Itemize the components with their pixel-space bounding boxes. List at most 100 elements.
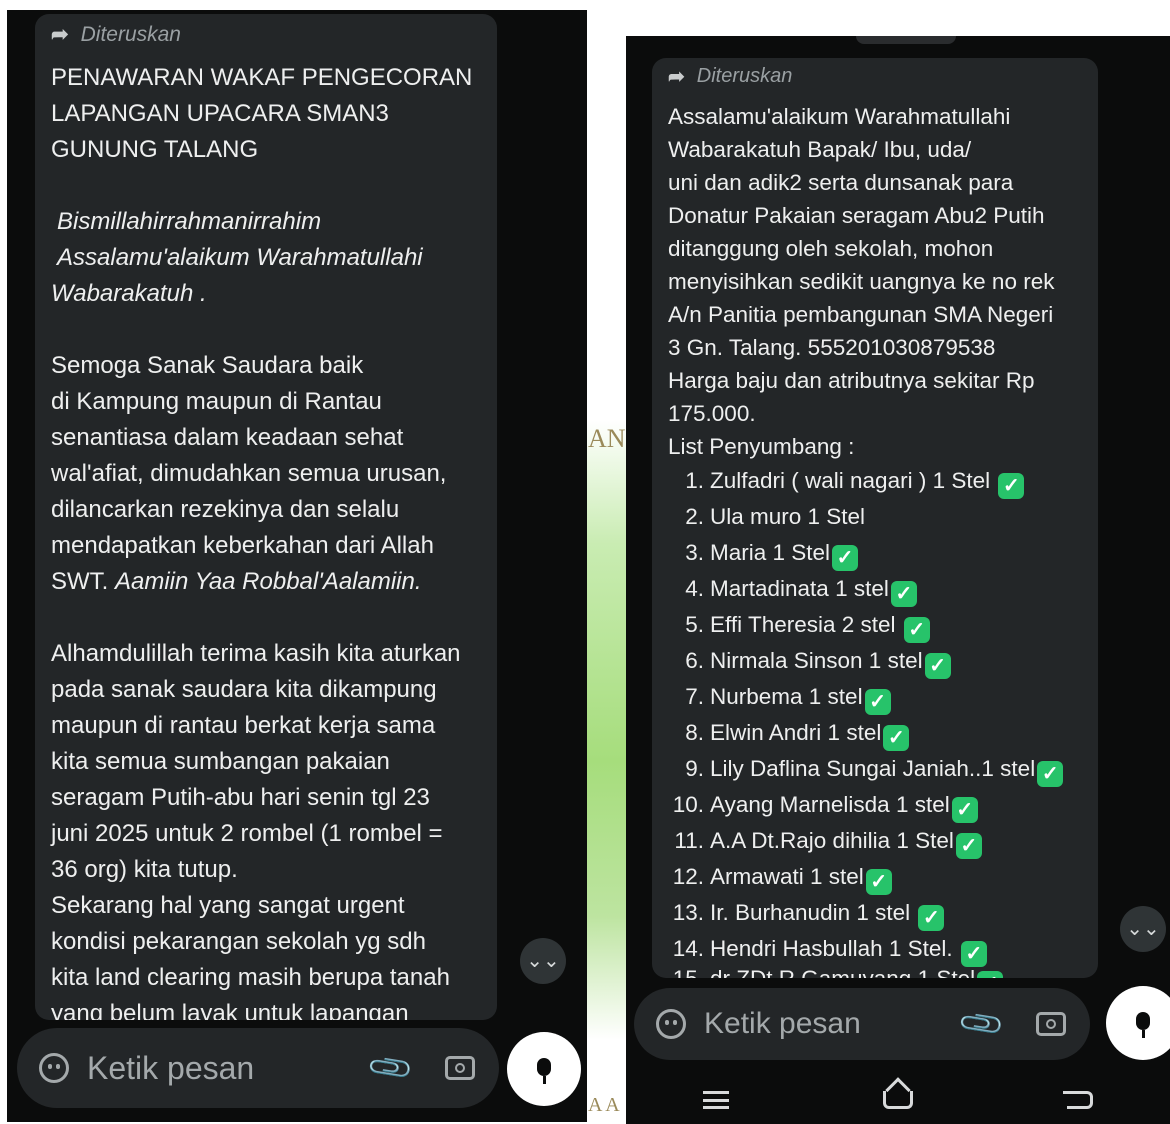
list-number: 15. — [668, 966, 704, 978]
system-navigation-bar — [626, 1076, 1170, 1124]
donor-text: dr ZDt R Gamuyang 1 Stel — [710, 966, 975, 978]
scroll-down-button[interactable]: ⌄⌄ — [520, 938, 566, 984]
message-line: pada sanak saudara kita dikampung — [51, 676, 437, 703]
check-icon: ✓ — [977, 971, 1004, 978]
voice-record-button[interactable] — [507, 1032, 581, 1106]
message-input[interactable]: Ketik pesan — [704, 1007, 963, 1041]
message-line: yang belum layak untuk lapangan — [51, 1000, 409, 1020]
list-item: 9. Lily Daflina Sungai Janiah..1 stel ✓ — [668, 756, 1064, 787]
check-icon: ✓ — [998, 473, 1025, 499]
recent-apps-icon[interactable] — [703, 1091, 729, 1109]
attach-icon[interactable]: 📎 — [365, 1043, 416, 1094]
camera-notch — [856, 36, 956, 44]
back-icon[interactable] — [1063, 1091, 1093, 1109]
message-line: uni dan adik2 serta dunsanak para — [668, 170, 1014, 195]
message-text-italic: Aamiin Yaa Robbal'Aalamiin. — [115, 568, 422, 595]
check-icon: ✓ — [832, 545, 859, 571]
camera-icon[interactable] — [445, 1056, 475, 1080]
message-input-bar[interactable]: Ketik pesan 📎 — [17, 1028, 499, 1108]
list-number: 2. — [685, 504, 704, 529]
message-line: LAPANGAN UPACARA SMAN3 — [51, 100, 389, 127]
donor-text: Hendri Hasbullah 1 Stel. — [710, 936, 959, 961]
donor-text: Elwin Andri 1 stel — [710, 720, 882, 745]
donor-text: Armawati 1 stel — [710, 864, 864, 889]
message-line: GUNUNG TALANG — [51, 136, 259, 163]
forwarded-message-bubble[interactable]: ➦ Diteruskan Assalamu'alaikum Warahmatul… — [652, 58, 1098, 978]
donor-text: Ayang Marnelisda 1 stel — [710, 792, 950, 817]
message-line: Semoga Sanak Saudara baik — [51, 352, 364, 379]
list-item: 3. Maria 1 Stel ✓ — [668, 540, 859, 571]
message-line: wal'afiat, dimudahkan semua urusan, — [51, 460, 447, 487]
message-line: kondisi pekarangan sekolah yg sdh — [51, 928, 426, 955]
message-line: juni 2025 untuk 2 rombel (1 rombel = — [51, 820, 443, 847]
donor-text: Martadinata 1 stel — [710, 576, 889, 601]
list-number: 4. — [685, 576, 704, 601]
list-number: 6. — [685, 648, 704, 673]
message-line: 36 org) kita tutup. — [51, 856, 238, 883]
donor-text: Ula muro 1 Stel — [710, 504, 866, 529]
message-line: List Penyumbang : — [668, 434, 855, 459]
microphone-icon — [1136, 1012, 1150, 1038]
scroll-down-button[interactable]: ⌄⌄ — [1120, 906, 1166, 952]
check-icon: ✓ — [1037, 761, 1064, 787]
list-item: 13. Ir. Burhanudin 1 stel ✓ — [668, 900, 945, 931]
forwarded-message-bubble[interactable]: ➦ Diteruskan PENAWARAN WAKAF PENGECORAN … — [35, 14, 497, 1020]
donor-text: Lily Daflina Sungai Janiah..1 stel — [710, 756, 1036, 781]
check-icon: ✓ — [865, 869, 892, 895]
message-line: dilancarkan rezekinya dan selalu — [51, 496, 400, 523]
message-line: SWT. Aamiin Yaa Robbal'Aalamiin. — [51, 568, 422, 596]
forwarded-label: Diteruskan — [696, 65, 793, 87]
message-line: Wabarakatuh . — [51, 280, 207, 307]
camera-icon[interactable] — [1036, 1012, 1066, 1036]
donor-text: Maria 1 Stel — [710, 540, 831, 565]
background-watermark-text: AN — [588, 424, 626, 453]
sticker-icon[interactable] — [656, 1009, 686, 1039]
message-line: kita semua sumbangan pakaian — [51, 748, 390, 775]
check-icon: ✓ — [960, 941, 987, 967]
message-input-bar[interactable]: Ketik pesan 📎 — [634, 988, 1090, 1060]
list-item: 15. dr ZDt R Gamuyang 1 Stel✓ — [668, 966, 1004, 978]
chevron-double-down-icon: ⌄⌄ — [1126, 918, 1160, 940]
list-number: 13. — [672, 900, 704, 925]
list-number: 14. — [672, 936, 704, 961]
microphone-icon — [537, 1058, 551, 1084]
donor-text: Nurbema 1 stel — [710, 684, 863, 709]
chevron-double-down-icon: ⌄⌄ — [526, 950, 560, 972]
list-item: 4. Martadinata 1 stel ✓ — [668, 576, 917, 607]
message-line: senantiasa dalam keadaan sehat — [51, 424, 404, 451]
list-number: 10. — [672, 792, 704, 817]
message-line: Wabarakatuh Bapak/ Ibu, uda/ — [668, 137, 972, 162]
check-icon: ✓ — [924, 653, 951, 679]
list-item: 11. A.A Dt.Rajo dihilia 1 Stel ✓ — [668, 828, 982, 859]
chat-screen-right: ➦ Diteruskan Assalamu'alaikum Warahmatul… — [626, 36, 1170, 1124]
list-number: 8. — [685, 720, 704, 745]
list-number: 3. — [685, 540, 704, 565]
list-item: 10. Ayang Marnelisda 1 stel ✓ — [668, 792, 978, 823]
forward-icon: ➦ — [51, 23, 69, 46]
list-item: 2. Ula muro 1 Stel — [668, 504, 865, 530]
forwarded-header: ➦ Diteruskan — [668, 64, 792, 89]
check-icon: ✓ — [864, 689, 891, 715]
check-icon: ✓ — [955, 833, 982, 859]
message-input[interactable]: Ketik pesan — [87, 1050, 372, 1087]
message-line: 175.000. — [668, 401, 756, 426]
message-text: SWT. — [51, 568, 109, 595]
donor-text: Ir. Burhanudin 1 stel — [710, 900, 917, 925]
sticker-icon[interactable] — [39, 1053, 69, 1083]
background-watermark-text: A A — [588, 1094, 620, 1116]
home-icon[interactable] — [883, 1091, 913, 1109]
list-number: 1. — [685, 468, 704, 493]
message-line: seragam Putih-abu hari senin tgl 23 — [51, 784, 430, 811]
voice-record-button[interactable] — [1106, 986, 1170, 1060]
list-number: 11. — [674, 828, 704, 853]
check-icon: ✓ — [883, 725, 910, 751]
attach-icon[interactable]: 📎 — [956, 999, 1007, 1050]
check-icon: ✓ — [918, 905, 945, 931]
list-item: 5. Effi Theresia 2 stel ✓ — [668, 612, 930, 643]
list-number: 12. — [672, 864, 704, 889]
list-number: 9. — [685, 756, 704, 781]
chat-screen-left: ➦ Diteruskan PENAWARAN WAKAF PENGECORAN … — [7, 10, 587, 1122]
message-line: Alhamdulillah terima kasih kita aturkan — [51, 640, 461, 667]
list-item: 14. Hendri Hasbullah 1 Stel. ✓ — [668, 936, 987, 967]
message-line: mendapatkan keberkahan dari Allah — [51, 532, 434, 559]
